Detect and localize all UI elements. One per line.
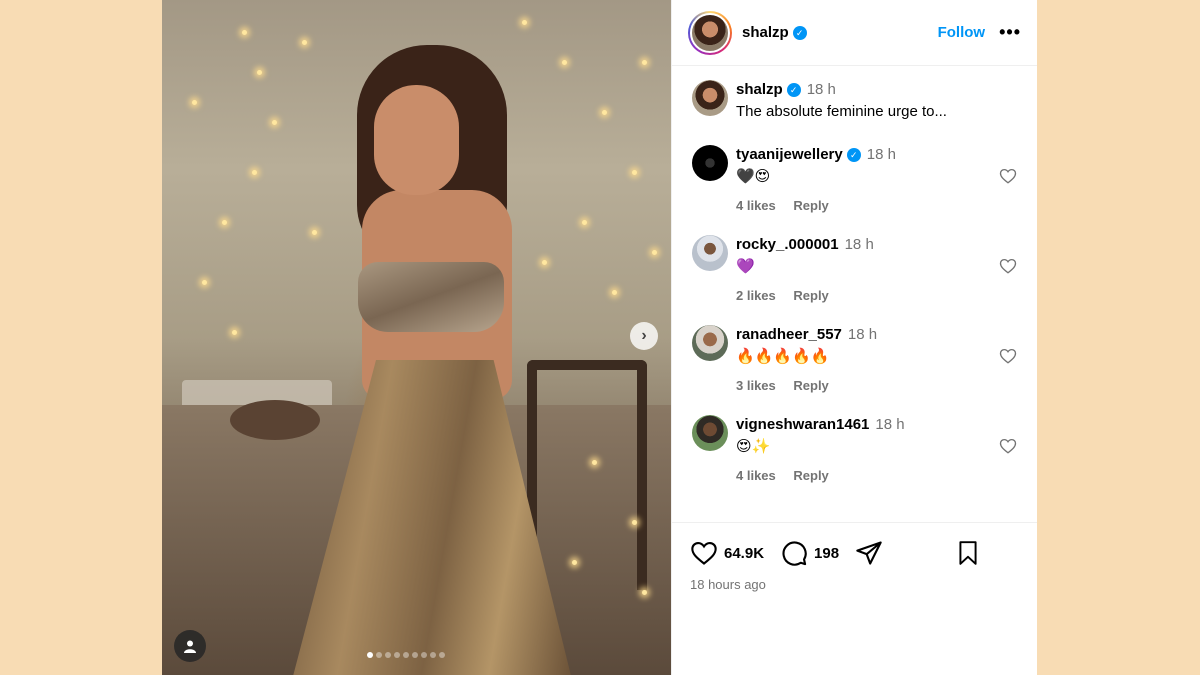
comments-list: shalzp ✓ 18 h The absolute feminine urge t… — [672, 66, 1037, 483]
author-avatar[interactable] — [688, 10, 732, 55]
commenter-avatar[interactable] — [692, 325, 728, 361]
reply-button[interactable]: Reply — [793, 198, 828, 213]
heart-icon[interactable] — [690, 539, 718, 567]
caption-username[interactable]: shalzp — [736, 81, 783, 98]
reply-button[interactable]: Reply — [793, 378, 828, 393]
carousel-dot — [385, 652, 391, 658]
user-icon — [184, 640, 196, 653]
carousel-dot — [412, 652, 418, 658]
verified-badge-icon: ✓ — [786, 83, 801, 98]
verified-badge-icon: ✓ — [846, 148, 861, 163]
post-actions: 64.9K 198 18 hours ago — [672, 522, 1037, 592]
share-icon[interactable] — [855, 539, 883, 567]
comment-likes[interactable]: 3 likes — [736, 378, 776, 393]
commenter-username[interactable]: vigneshwaran1461 — [736, 416, 869, 433]
comment-time: 18 h — [847, 326, 878, 343]
commenter-username[interactable]: rocky_.000001 — [736, 236, 839, 253]
comment-like-heart-icon[interactable] — [999, 257, 1017, 275]
carousel-dot — [367, 652, 373, 658]
carousel-dot — [430, 652, 436, 658]
tagged-users-button[interactable] — [174, 630, 206, 662]
carousel-next-button[interactable]: › — [630, 322, 658, 350]
comment-time: 18 h — [844, 236, 874, 253]
caption-time: 18 h — [806, 81, 836, 98]
more-options-icon[interactable]: ••• — [999, 22, 1021, 43]
comment-likes[interactable]: 2 likes — [736, 288, 776, 303]
commenter-avatar[interactable] — [692, 235, 728, 271]
comment-item: ranadheer_557 18 h 🔥🔥🔥🔥🔥 3 likes Reply — [692, 325, 1021, 393]
carousel-dot — [403, 652, 409, 658]
like-count[interactable]: 64.9K — [724, 545, 764, 562]
commenter-avatar[interactable] — [692, 145, 728, 181]
commenter-username[interactable]: ranadheer_557 — [736, 326, 842, 343]
comment-text: 🖤😍 — [736, 168, 771, 185]
carousel-dot — [376, 652, 382, 658]
commenter-avatar[interactable] — [692, 415, 728, 451]
comment-text: 💜 — [736, 258, 755, 275]
reply-button[interactable]: Reply — [793, 288, 828, 303]
chevron-right-icon: › — [641, 327, 647, 344]
comment-text: 🔥🔥🔥🔥🔥 — [736, 348, 830, 365]
comment-likes[interactable]: 4 likes — [736, 198, 776, 213]
follow-button[interactable]: Follow — [938, 24, 986, 41]
verified-badge-icon: ✓ — [792, 25, 807, 40]
comment-like-heart-icon[interactable] — [999, 167, 1017, 185]
comment-icon[interactable] — [780, 539, 808, 567]
photo-chair — [527, 360, 647, 590]
photo-stool — [230, 400, 320, 440]
carousel-dot — [439, 652, 445, 658]
reply-button[interactable]: Reply — [793, 468, 828, 483]
caption-author-avatar[interactable] — [692, 80, 728, 116]
post-photo[interactable]: › — [162, 0, 671, 675]
comment-like-heart-icon[interactable] — [999, 347, 1017, 365]
comment-time: 18 h — [875, 416, 905, 433]
comment-item: vigneshwaran1461 18 h 😍✨ 4 likes Reply — [692, 415, 1021, 483]
comment-count[interactable]: 198 — [814, 545, 839, 562]
carousel-dot — [394, 652, 400, 658]
photo-subject-face — [374, 85, 459, 195]
caption-text: The absolute feminine urge to... — [736, 103, 947, 120]
author-username[interactable]: shalzp — [742, 24, 789, 41]
bookmark-icon[interactable] — [955, 539, 981, 567]
photo-subject-top — [358, 262, 504, 332]
commenter-username[interactable]: tyaanijewellery — [736, 146, 843, 163]
comment-item: rocky_.000001 18 h 💜 2 likes Reply — [692, 235, 1021, 303]
comment-like-heart-icon[interactable] — [999, 437, 1017, 455]
instagram-post: › shalzp ✓ Follow ••• shalzp ✓ 18 h The … — [162, 0, 1037, 675]
comment-likes[interactable]: 4 likes — [736, 468, 776, 483]
post-caption: shalzp ✓ 18 h The absolute feminine urge t… — [692, 80, 1021, 123]
post-header: shalzp ✓ Follow ••• — [672, 0, 1037, 66]
post-side-panel: shalzp ✓ Follow ••• shalzp ✓ 18 h The abso… — [671, 0, 1037, 675]
comment-time: 18 h — [866, 146, 896, 163]
post-time-ago[interactable]: 18 hours ago — [690, 577, 1019, 592]
comment-text: 😍✨ — [736, 438, 771, 455]
carousel-dot — [421, 652, 427, 658]
carousel-indicator — [367, 652, 445, 658]
comment-item: tyaanijewellery ✓ 18 h 🖤😍 4 likes Reply — [692, 145, 1021, 213]
